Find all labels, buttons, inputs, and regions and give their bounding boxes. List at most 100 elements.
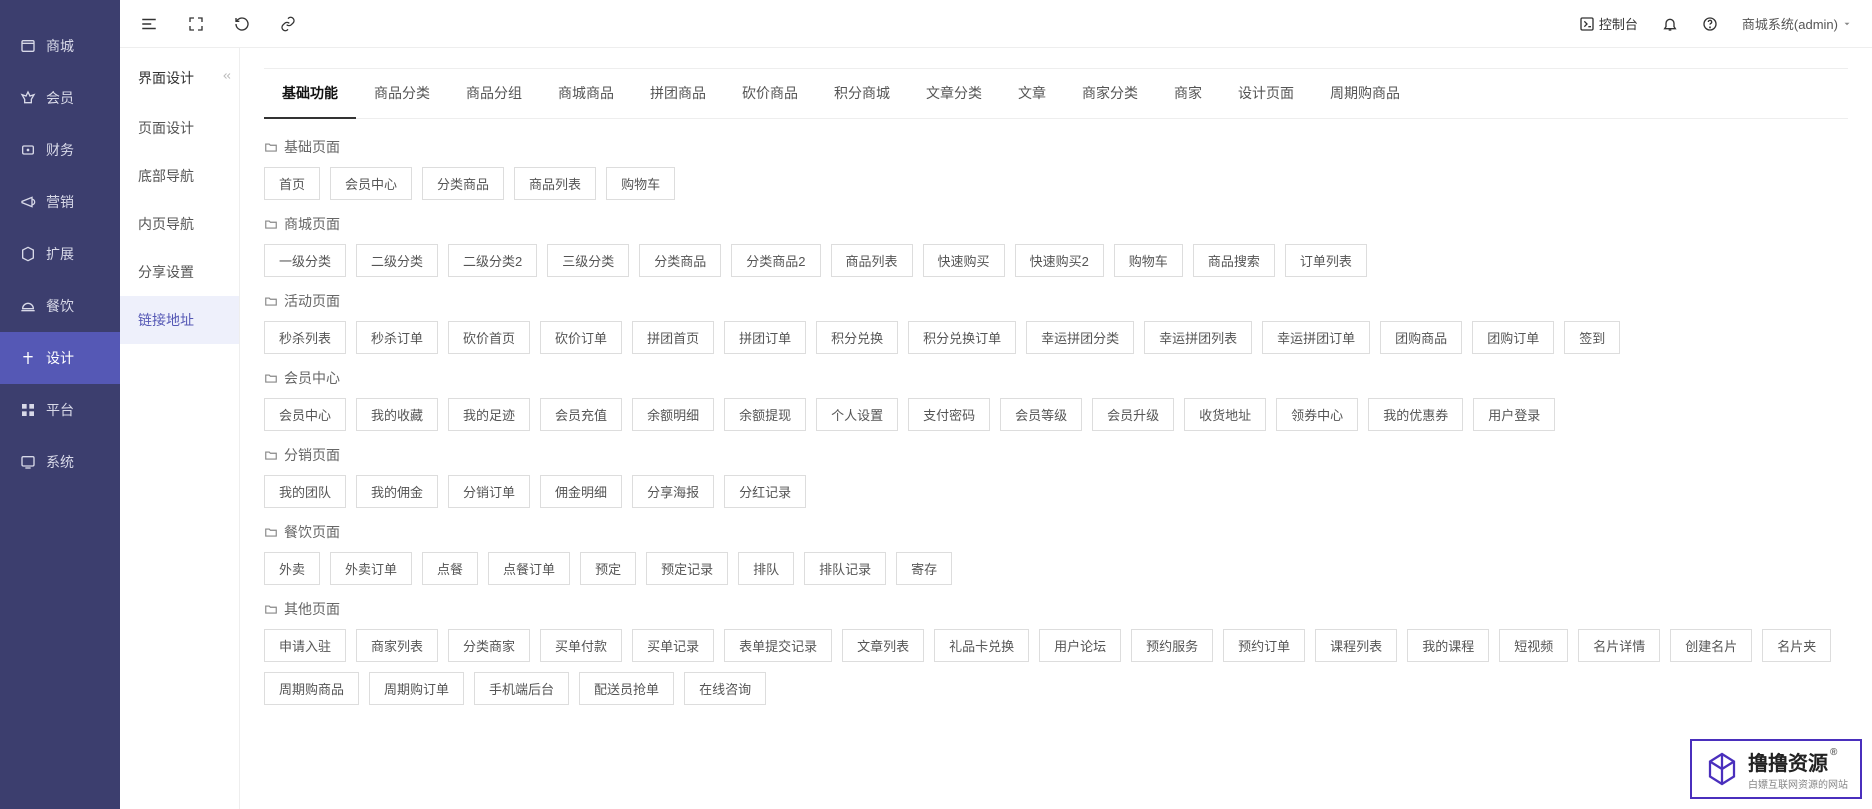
link-chip[interactable]: 支付密码 — [908, 398, 990, 431]
bell-icon[interactable] — [1662, 16, 1678, 32]
content-tab[interactable]: 文章分类 — [908, 69, 1000, 118]
link-chip[interactable]: 配送员抢单 — [579, 672, 674, 705]
link-chip[interactable]: 余额提现 — [724, 398, 806, 431]
link-chip[interactable]: 会员中心 — [330, 167, 412, 200]
link-chip[interactable]: 首页 — [264, 167, 320, 200]
collapse-icon[interactable] — [221, 70, 233, 82]
link-chip[interactable]: 余额明细 — [632, 398, 714, 431]
link-chip[interactable]: 拼团首页 — [632, 321, 714, 354]
sub-sidebar-item[interactable]: 页面设计 — [120, 104, 239, 152]
link-chip[interactable]: 积分兑换订单 — [908, 321, 1016, 354]
main-sidebar-item[interactable]: 扩展 — [0, 228, 120, 280]
user-menu[interactable]: 商城系统(admin) — [1742, 14, 1852, 33]
link-chip[interactable]: 团购订单 — [1472, 321, 1554, 354]
link-chip[interactable]: 积分兑换 — [816, 321, 898, 354]
link-chip[interactable]: 排队记录 — [804, 552, 886, 585]
link-chip[interactable]: 快速购买 — [923, 244, 1005, 277]
link-chip[interactable]: 预定 — [580, 552, 636, 585]
link-chip[interactable]: 订单列表 — [1285, 244, 1367, 277]
main-sidebar-item[interactable]: 商城 — [0, 20, 120, 72]
sub-sidebar-item[interactable]: 底部导航 — [120, 152, 239, 200]
link-chip[interactable]: 二级分类2 — [448, 244, 537, 277]
link-chip[interactable]: 秒杀列表 — [264, 321, 346, 354]
link-chip[interactable]: 点餐订单 — [488, 552, 570, 585]
link-chip[interactable]: 外卖订单 — [330, 552, 412, 585]
main-sidebar-item[interactable]: 会员 — [0, 72, 120, 124]
refresh-icon[interactable] — [234, 15, 250, 33]
link-chip[interactable]: 我的优惠券 — [1368, 398, 1463, 431]
link-chip[interactable]: 幸运拼团订单 — [1262, 321, 1370, 354]
link-chip[interactable]: 购物车 — [606, 167, 675, 200]
link-chip[interactable]: 课程列表 — [1315, 629, 1397, 662]
link-chip[interactable]: 预约服务 — [1131, 629, 1213, 662]
content-tab[interactable]: 商品分类 — [356, 69, 448, 118]
main-sidebar-item[interactable]: 系统 — [0, 436, 120, 488]
link-chip[interactable]: 商品列表 — [514, 167, 596, 200]
content-tab[interactable]: 商家 — [1156, 69, 1220, 118]
link-chip[interactable]: 收货地址 — [1184, 398, 1266, 431]
link-chip[interactable]: 名片详情 — [1578, 629, 1660, 662]
main-sidebar-item[interactable]: 营销 — [0, 176, 120, 228]
link-chip[interactable]: 预约订单 — [1223, 629, 1305, 662]
menu-toggle-icon[interactable] — [140, 15, 158, 33]
link-chip[interactable]: 会员中心 — [264, 398, 346, 431]
link-chip[interactable]: 用户论坛 — [1039, 629, 1121, 662]
content-tab[interactable]: 积分商城 — [816, 69, 908, 118]
fullscreen-icon[interactable] — [188, 15, 204, 33]
link-chip[interactable]: 商品列表 — [831, 244, 913, 277]
content-tab[interactable]: 拼团商品 — [632, 69, 724, 118]
link-chip[interactable]: 寄存 — [896, 552, 952, 585]
link-chip[interactable]: 分红记录 — [724, 475, 806, 508]
link-chip[interactable]: 在线咨询 — [684, 672, 766, 705]
content-tab[interactable]: 砍价商品 — [724, 69, 816, 118]
sub-sidebar-item[interactable]: 分享设置 — [120, 248, 239, 296]
link-chip[interactable]: 名片夹 — [1762, 629, 1831, 662]
link-chip[interactable]: 幸运拼团列表 — [1144, 321, 1252, 354]
link-chip[interactable]: 二级分类 — [356, 244, 438, 277]
help-icon[interactable] — [1702, 16, 1718, 32]
main-sidebar-item[interactable]: 设计 — [0, 332, 120, 384]
link-chip[interactable]: 商家列表 — [356, 629, 438, 662]
link-chip[interactable]: 我的收藏 — [356, 398, 438, 431]
link-chip[interactable]: 创建名片 — [1670, 629, 1752, 662]
content-tab[interactable]: 周期购商品 — [1312, 69, 1418, 118]
link-chip[interactable]: 三级分类 — [547, 244, 629, 277]
link-chip[interactable]: 我的课程 — [1407, 629, 1489, 662]
link-chip[interactable]: 周期购商品 — [264, 672, 359, 705]
content-tab[interactable]: 基础功能 — [264, 69, 356, 119]
link-chip[interactable]: 砍价订单 — [540, 321, 622, 354]
content-tab[interactable]: 商品分组 — [448, 69, 540, 118]
link-chip[interactable]: 文章列表 — [842, 629, 924, 662]
link-chip[interactable]: 领券中心 — [1276, 398, 1358, 431]
link-chip[interactable]: 幸运拼团分类 — [1026, 321, 1134, 354]
link-chip[interactable]: 周期购订单 — [369, 672, 464, 705]
link-chip[interactable]: 表单提交记录 — [724, 629, 832, 662]
link-chip[interactable]: 我的足迹 — [448, 398, 530, 431]
link-chip[interactable]: 用户登录 — [1473, 398, 1555, 431]
link-chip[interactable]: 团购商品 — [1380, 321, 1462, 354]
link-chip[interactable]: 一级分类 — [264, 244, 346, 277]
link-chip[interactable]: 点餐 — [422, 552, 478, 585]
sub-sidebar-item[interactable]: 链接地址 — [120, 296, 239, 344]
content-tab[interactable]: 设计页面 — [1220, 69, 1312, 118]
link-chip[interactable]: 签到 — [1564, 321, 1620, 354]
link-chip[interactable]: 砍价首页 — [448, 321, 530, 354]
link-chip[interactable]: 拼团订单 — [724, 321, 806, 354]
link-icon[interactable] — [280, 15, 296, 33]
main-sidebar-item[interactable]: 餐饮 — [0, 280, 120, 332]
sub-sidebar-item[interactable]: 内页导航 — [120, 200, 239, 248]
link-chip[interactable]: 买单记录 — [632, 629, 714, 662]
main-sidebar-item[interactable]: 财务 — [0, 124, 120, 176]
link-chip[interactable]: 个人设置 — [816, 398, 898, 431]
link-chip[interactable]: 我的团队 — [264, 475, 346, 508]
link-chip[interactable]: 买单付款 — [540, 629, 622, 662]
link-chip[interactable]: 佣金明细 — [540, 475, 622, 508]
link-chip[interactable]: 外卖 — [264, 552, 320, 585]
link-chip[interactable]: 短视频 — [1499, 629, 1568, 662]
link-chip[interactable]: 会员等级 — [1000, 398, 1082, 431]
link-chip[interactable]: 分类商品 — [639, 244, 721, 277]
link-chip[interactable]: 分类商品2 — [731, 244, 820, 277]
console-button[interactable]: 控制台 — [1579, 14, 1638, 33]
link-chip[interactable]: 秒杀订单 — [356, 321, 438, 354]
link-chip[interactable]: 手机端后台 — [474, 672, 569, 705]
